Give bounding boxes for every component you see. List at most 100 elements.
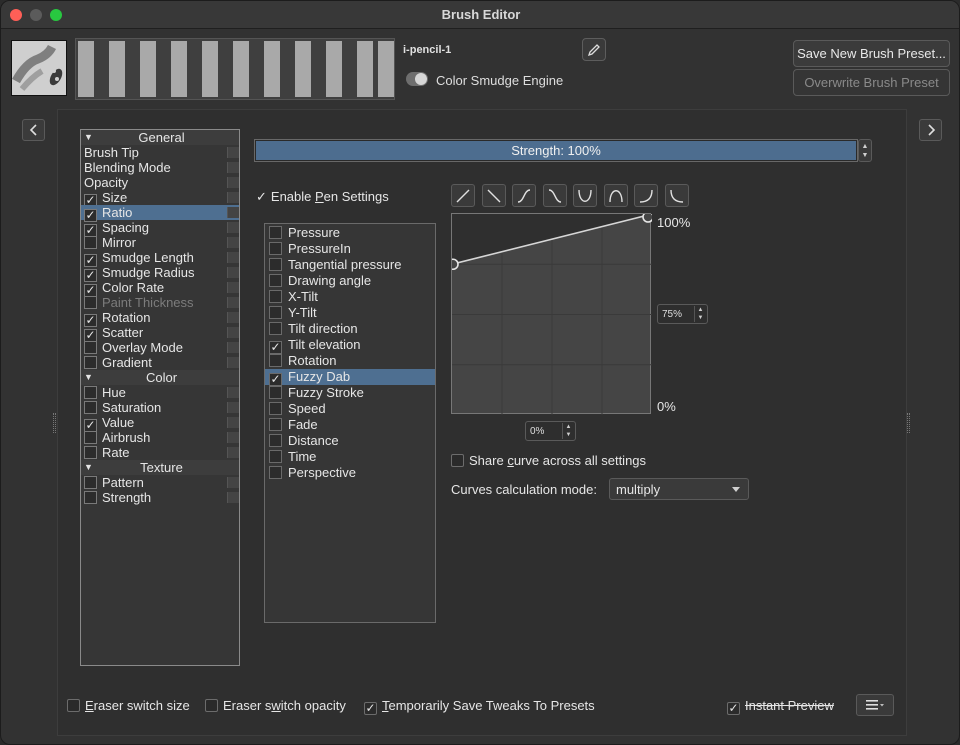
sensor-item[interactable]: Time [265,449,435,465]
curve-preset-button[interactable] [542,184,567,207]
sensor-checkbox[interactable] [269,290,282,303]
sensor-checkbox[interactable] [269,354,282,367]
sensor-checkbox[interactable] [269,450,282,463]
collapse-left-button[interactable] [22,119,45,141]
sensor-item[interactable]: Tangential pressure [265,257,435,273]
option-item[interactable]: Hue [81,385,239,400]
sensor-checkbox[interactable] [269,242,282,255]
option-item[interactable]: Rate [81,445,239,460]
sensor-item[interactable]: ✓ Fuzzy Dab [265,369,435,386]
eraser-switch-opacity-checkbox[interactable]: Eraser switch opacity [205,698,346,713]
sensor-checkbox[interactable] [269,402,282,415]
option-item[interactable]: ✓ Spacing [81,220,239,237]
option-checkbox[interactable] [84,476,97,489]
option-checkbox[interactable] [84,446,97,459]
engine-toggle[interactable] [406,72,428,86]
sensor-item[interactable]: Y-Tilt [265,305,435,321]
strength-stepper[interactable]: ▲ ▼ [858,139,872,162]
option-checkbox[interactable] [84,386,97,399]
sensor-checkbox[interactable] [269,306,282,319]
sensor-item[interactable]: Tilt direction [265,321,435,337]
option-item[interactable]: Brush Tip [81,145,239,160]
option-item[interactable]: Overlay Mode [81,340,239,355]
sensor-list[interactable]: Pressure PressureIn Tangential pressure Dra… [264,223,436,623]
option-item[interactable]: ✓ Smudge Length [81,250,239,267]
options-section-header[interactable]: ▼ Color [81,370,239,385]
sensor-item[interactable]: Distance [265,433,435,449]
strength-slider[interactable]: Strength: 100% [254,139,858,162]
curve-start-point[interactable] [447,258,459,271]
eraser-switch-size-checkbox[interactable]: Eraser switch size [67,698,190,713]
share-curve-checkbox[interactable]: Share curve across all settings [451,453,646,468]
option-item[interactable]: Pattern [81,475,239,490]
instant-preview-checkbox[interactable]: ✓ Instant Preview [727,698,834,715]
option-item[interactable]: Opacity [81,175,239,190]
left-splitter-handle[interactable] [53,413,56,433]
sensor-item[interactable]: Speed [265,401,435,417]
sensor-item[interactable]: ✓ Tilt elevation [265,337,435,354]
option-item[interactable]: Blending Mode [81,160,239,175]
option-checkbox[interactable] [84,341,97,354]
option-item[interactable]: Paint Thickness [81,295,239,310]
rename-preset-button[interactable] [582,38,606,61]
sensor-item[interactable]: Drawing angle [265,273,435,289]
options-section-header[interactable]: ▼ Texture [81,460,239,475]
sensor-checkbox[interactable] [269,274,282,287]
curve-preset-button[interactable] [603,184,628,207]
curve-preset-button[interactable] [634,184,658,207]
option-item[interactable]: ✓ Ratio [81,205,239,222]
overwrite-preset-button[interactable]: Overwrite Brush Preset [793,69,950,96]
curve-preset-button[interactable] [573,184,597,207]
curve-editor[interactable] [447,211,654,415]
sensor-item[interactable]: X-Tilt [265,289,435,305]
sensor-checkbox[interactable] [269,386,282,399]
curve-y-stepper[interactable]: ▲ ▼ [694,306,706,322]
option-item[interactable]: Strength [81,490,239,505]
sensor-item[interactable]: Fuzzy Stroke [265,385,435,401]
option-item[interactable]: ✓ Size [81,190,239,207]
curve-preset-button[interactable] [664,184,689,207]
option-item[interactable]: Airbrush [81,430,239,445]
option-item[interactable]: ✓ Color Rate [81,280,239,297]
option-item[interactable]: ✓ Rotation [81,310,239,327]
right-splitter-handle[interactable] [907,413,910,433]
option-item[interactable]: Saturation [81,400,239,415]
curve-preset-button[interactable] [512,184,536,207]
option-checkbox[interactable] [84,296,97,309]
curve-graph[interactable] [447,211,654,415]
curve-x-value-input[interactable]: 0% ▲ ▼ [525,421,576,441]
enable-pen-settings-checkbox[interactable]: ✓ Enable Pen Settings [256,189,389,205]
option-item[interactable]: ✓ Value [81,415,239,432]
sensor-item[interactable]: Perspective [265,465,435,481]
sensor-item[interactable]: PressureIn [265,241,435,257]
sensor-checkbox[interactable] [269,226,282,239]
save-tweaks-checkbox[interactable]: ✓ Temporarily Save Tweaks To Presets [364,698,595,715]
collapse-right-button[interactable] [919,119,942,141]
save-new-preset-button[interactable]: Save New Brush Preset... [793,40,950,67]
curve-preset-button[interactable] [451,184,475,207]
brush-options-list[interactable]: ▼ General Brush Tip Blending Mode Opacity ✓ Si… [80,129,240,666]
option-item[interactable]: ✓ Smudge Radius [81,265,239,282]
curve-preset-button[interactable] [481,184,506,207]
option-checkbox[interactable] [84,356,97,369]
curve-y-value-input[interactable]: 75% ▲ ▼ [657,304,708,324]
preset-thumbnail[interactable] [11,40,67,96]
option-item[interactable]: Mirror [81,235,239,250]
sensor-item[interactable]: Fade [265,417,435,433]
curve-x-stepper[interactable]: ▲ ▼ [562,423,574,439]
curves-mode-select[interactable]: multiply [609,478,749,500]
option-checkbox[interactable] [84,431,97,444]
sensor-item[interactable]: Pressure [265,225,435,241]
option-item[interactable]: ✓ Scatter [81,325,239,342]
option-item[interactable]: Gradient [81,355,239,370]
option-checkbox[interactable] [84,401,97,414]
option-checkbox[interactable] [84,491,97,504]
sensor-item[interactable]: Rotation [265,353,435,369]
option-checkbox[interactable] [84,236,97,249]
sensor-checkbox[interactable] [269,258,282,271]
options-section-header[interactable]: ▼ General [81,130,239,145]
options-menu-button[interactable] [856,694,894,716]
sensor-checkbox[interactable] [269,418,282,431]
sensor-checkbox[interactable] [269,322,282,335]
sensor-checkbox[interactable] [269,434,282,447]
